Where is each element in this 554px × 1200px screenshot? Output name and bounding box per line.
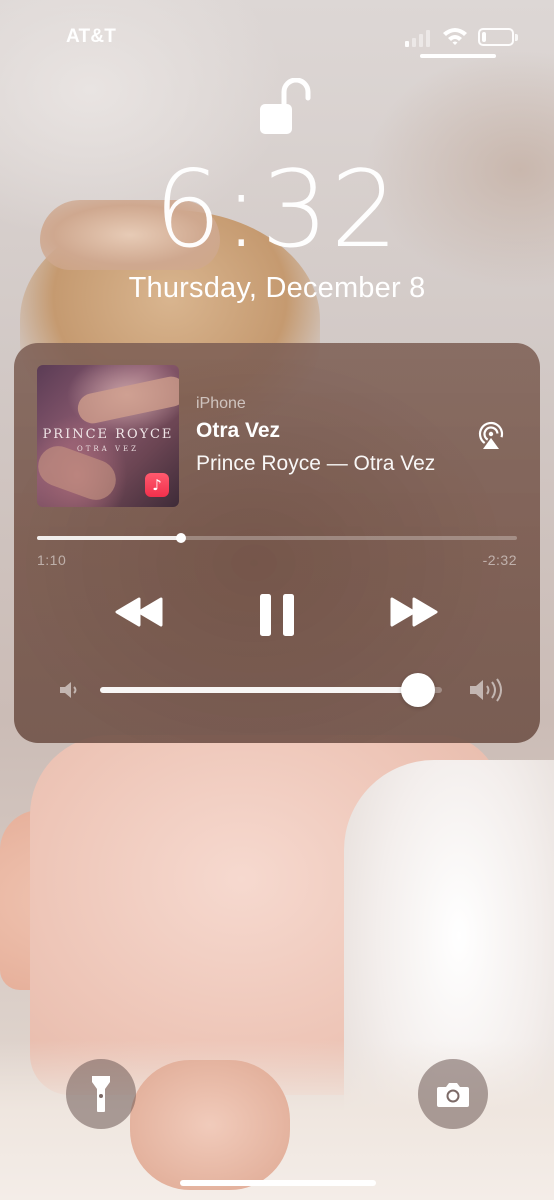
control-center-indicator[interactable] xyxy=(420,54,496,58)
volume-slider[interactable] xyxy=(100,673,442,707)
battery-icon xyxy=(478,28,518,46)
apple-music-icon: ♪ xyxy=(145,473,169,497)
fast-forward-icon[interactable] xyxy=(388,596,440,628)
airplay-audio-icon[interactable] xyxy=(476,421,506,451)
lock-screen-date: Thursday, December 8 xyxy=(128,272,426,304)
track-artist-album: Prince Royce — Otra Vez xyxy=(196,452,436,475)
elapsed-time: 1:10 xyxy=(37,552,67,568)
carrier-label: AT&T xyxy=(66,26,117,47)
volume-high-icon xyxy=(470,678,502,702)
playback-scrubber-knob[interactable] xyxy=(176,533,186,543)
album-art-album-text: OTRA VEZ xyxy=(77,445,139,453)
flashlight-button[interactable] xyxy=(66,1059,136,1129)
cellular-signal-icon xyxy=(405,30,430,47)
track-title: Otra Vez xyxy=(196,419,281,442)
remaining-time: -2:32 xyxy=(482,552,517,568)
unlocked-padlock-icon xyxy=(260,78,311,134)
album-art[interactable]: PRINCE ROYCE OTRA VEZ ♪ xyxy=(37,365,179,507)
wifi-icon xyxy=(443,28,467,45)
pause-icon[interactable] xyxy=(258,592,296,638)
lock-screen-clock: 6:32 xyxy=(153,148,401,271)
home-indicator[interactable] xyxy=(180,1180,376,1186)
flashlight-icon xyxy=(92,1076,110,1112)
volume-low-icon xyxy=(60,682,77,698)
playback-scrubber[interactable] xyxy=(37,533,517,543)
status-bar: AT&T xyxy=(0,0,554,80)
camera-button[interactable] xyxy=(418,1059,488,1129)
battery-level xyxy=(482,32,487,42)
album-art-artist-text: PRINCE ROYCE xyxy=(42,427,174,442)
now-playing-widget: PRINCE ROYCE OTRA VEZ ♪ iPhone Otra Vez … xyxy=(14,343,540,743)
album-art-detail xyxy=(75,373,179,427)
playback-source: iPhone xyxy=(196,395,246,412)
volume-level-fill xyxy=(100,687,419,693)
camera-icon xyxy=(437,1083,469,1107)
rewind-icon[interactable] xyxy=(113,596,165,628)
playback-progress-fill xyxy=(37,536,181,540)
wallpaper-foot xyxy=(130,1060,290,1190)
volume-slider-knob[interactable] xyxy=(401,673,436,707)
